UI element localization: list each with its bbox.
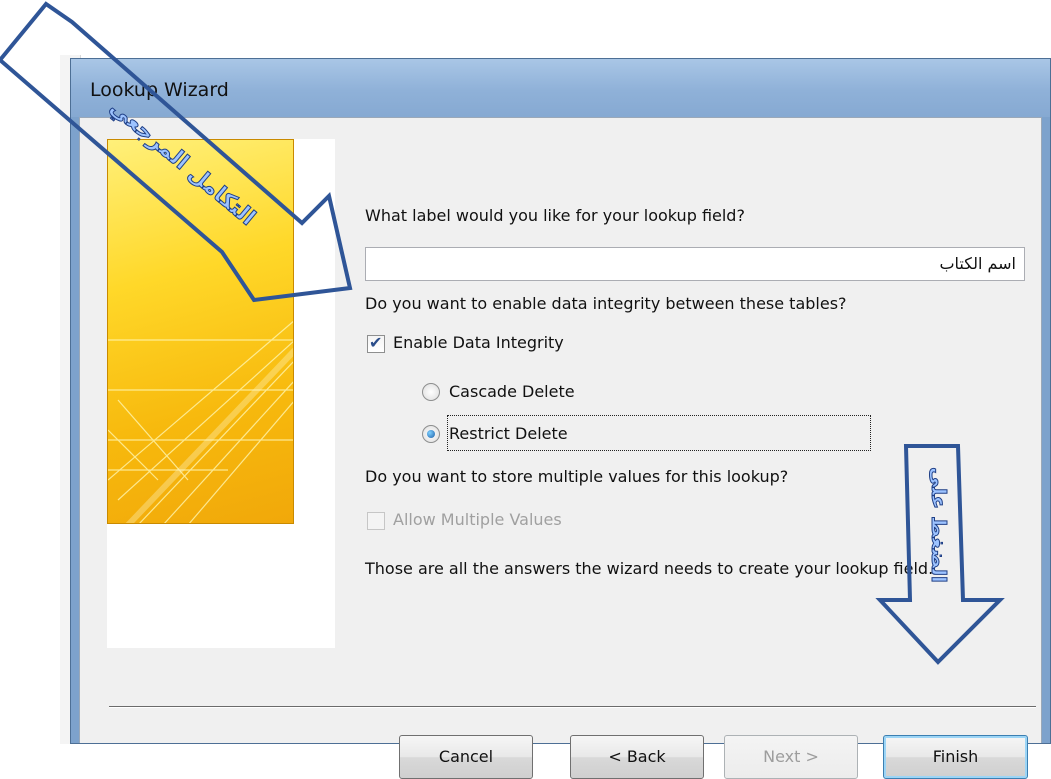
allow-multiple-label: Allow Multiple Values — [393, 510, 562, 529]
wizard-client-area: What label would you like for your looku… — [79, 117, 1042, 779]
next-button[interactable]: Next > — [724, 735, 858, 779]
enable-integrity-checkbox[interactable]: ✔ — [367, 333, 385, 353]
back-button[interactable]: < Back — [570, 735, 704, 779]
cascade-delete-label[interactable]: Cascade Delete — [449, 382, 575, 401]
finish-button[interactable]: Finish — [883, 735, 1028, 779]
radio-selected-dot — [427, 430, 435, 438]
multiple-values-question: Do you want to store multiple values for… — [365, 467, 789, 486]
lookup-label-input[interactable]: اسم الكتاب — [365, 247, 1025, 281]
checkmark-icon: ✔ — [369, 333, 383, 352]
cancel-button[interactable]: Cancel — [399, 735, 533, 779]
integrity-question: Do you want to enable data integrity bet… — [365, 294, 847, 313]
wizard-side-panel — [107, 139, 335, 648]
title-bar[interactable]: Lookup Wizard — [71, 59, 1050, 117]
lookup-label-value: اسم الكتاب — [939, 254, 1016, 273]
label-question: What label would you like for your looku… — [365, 206, 745, 225]
enable-integrity-label[interactable]: Enable Data Integrity — [393, 333, 564, 352]
cascade-delete-radio[interactable] — [422, 383, 440, 401]
restrict-delete-label[interactable]: Restrict Delete — [449, 424, 568, 443]
wizard-banner-image — [107, 139, 294, 524]
window-title: Lookup Wizard — [90, 79, 229, 101]
allow-multiple-checkbox[interactable] — [367, 512, 385, 530]
banner-graphic — [108, 320, 293, 523]
lookup-wizard-dialog: Lookup Wizard What label would you like … — [70, 58, 1051, 779]
restrict-delete-radio[interactable] — [422, 425, 440, 443]
button-divider — [109, 706, 1036, 708]
closing-text: Those are all the answers the wizard nee… — [365, 559, 934, 578]
